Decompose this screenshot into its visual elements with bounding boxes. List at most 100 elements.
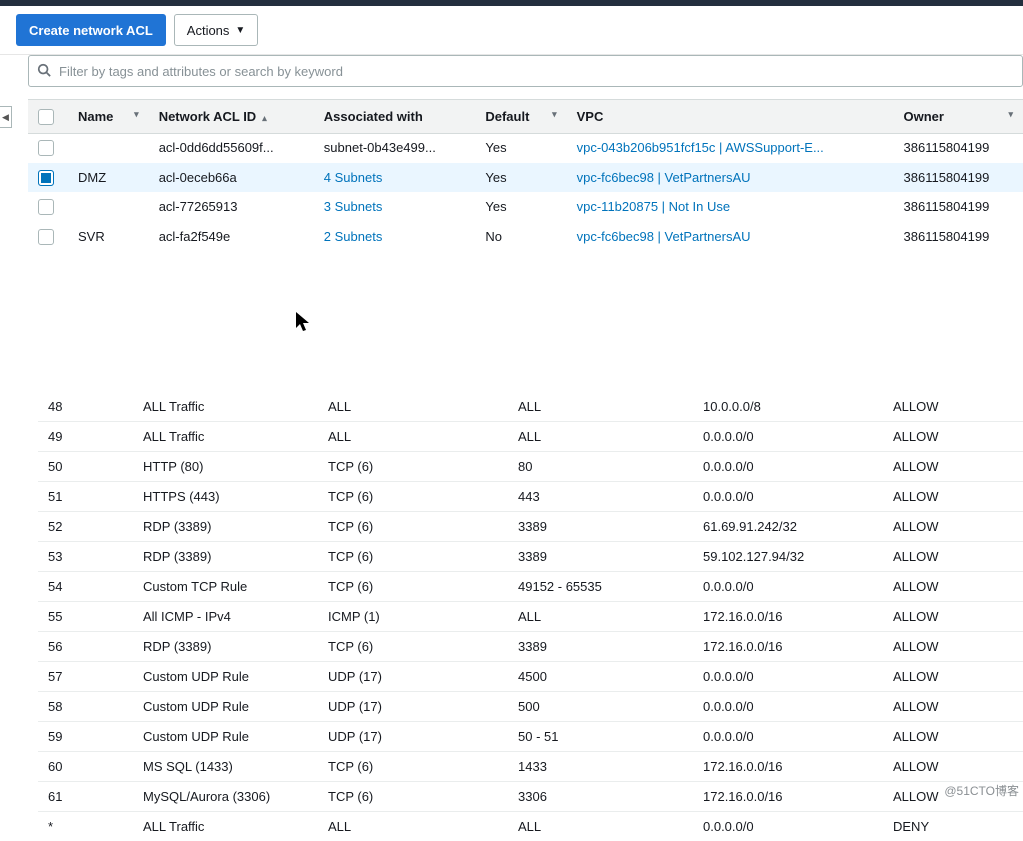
rule-row: 60MS SQL (1433)TCP (6)1433172.16.0.0/16A… xyxy=(38,751,1023,781)
associated-subnets-link[interactable]: 4 Subnets xyxy=(324,170,383,185)
cell-protocol: TCP (6) xyxy=(318,751,508,781)
actions-dropdown-button[interactable]: Actions ▼ xyxy=(174,14,259,46)
cell-source: 0.0.0.0/0 xyxy=(693,721,883,751)
vpc-link[interactable]: vpc-fc6bec98 | VetPartnersAU xyxy=(577,229,751,244)
cell-default: Yes xyxy=(475,163,566,193)
cell-rule-type: RDP (3389) xyxy=(133,511,318,541)
cell-allow-deny: ALLOW xyxy=(883,721,1023,751)
cell-name: SVR xyxy=(68,222,149,252)
cell-source: 59.102.127.94/32 xyxy=(693,541,883,571)
cell-protocol: TCP (6) xyxy=(318,631,508,661)
cell-port-range: 3389 xyxy=(508,541,693,571)
cell-protocol: TCP (6) xyxy=(318,541,508,571)
cell-rule-type: Custom UDP Rule xyxy=(133,691,318,721)
mouse-cursor-icon xyxy=(294,310,314,340)
cell-default: No xyxy=(475,222,566,252)
cell-rule-number: 54 xyxy=(38,571,133,601)
search-icon xyxy=(37,63,51,80)
cell-port-range: 443 xyxy=(508,481,693,511)
cell-allow-deny: DENY xyxy=(883,811,1023,841)
cell-protocol: UDP (17) xyxy=(318,691,508,721)
vpc-link[interactable]: vpc-043b206b951fcf15c | AWSSupport-E... xyxy=(577,140,824,155)
row-checkbox[interactable] xyxy=(38,140,54,156)
cell-default: Yes xyxy=(475,192,566,222)
cell-allow-deny: ALLOW xyxy=(883,571,1023,601)
table-row[interactable]: acl-0dd6dd55609f...subnet-0b43e499...Yes… xyxy=(28,133,1023,163)
cell-protocol: TCP (6) xyxy=(318,481,508,511)
cell-source: 0.0.0.0/0 xyxy=(693,691,883,721)
cell-associated: 2 Subnets xyxy=(314,222,476,252)
cell-vpc: vpc-fc6bec98 | VetPartnersAU xyxy=(567,222,894,252)
cell-protocol: TCP (6) xyxy=(318,451,508,481)
cell-rule-number: 53 xyxy=(38,541,133,571)
cell-allow-deny: ALLOW xyxy=(883,661,1023,691)
cell-rule-number: 56 xyxy=(38,631,133,661)
associated-subnets-link[interactable]: 2 Subnets xyxy=(324,229,383,244)
cell-rule-number: 57 xyxy=(38,661,133,691)
col-header-associated[interactable]: Associated with xyxy=(314,100,476,134)
cell-source: 0.0.0.0/0 xyxy=(693,811,883,841)
vpc-link[interactable]: vpc-fc6bec98 | VetPartnersAU xyxy=(577,170,751,185)
create-network-acl-button[interactable]: Create network ACL xyxy=(16,14,166,46)
cell-vpc: vpc-043b206b951fcf15c | AWSSupport-E... xyxy=(567,133,894,163)
cell-associated: 3 Subnets xyxy=(314,192,476,222)
cell-acl-id: acl-0dd6dd55609f... xyxy=(149,133,314,163)
cell-source: 10.0.0.0/8 xyxy=(693,392,883,422)
cell-source: 0.0.0.0/0 xyxy=(693,421,883,451)
row-checkbox[interactable] xyxy=(38,199,54,215)
cell-rule-number: 59 xyxy=(38,721,133,751)
cell-rule-type: ALL Traffic xyxy=(133,392,318,422)
toolbar: Create network ACL Actions ▼ xyxy=(0,6,1023,55)
col-header-default[interactable]: Default▾ xyxy=(475,100,566,134)
cell-allow-deny: ALLOW xyxy=(883,631,1023,661)
cell-vpc: vpc-fc6bec98 | VetPartnersAU xyxy=(567,163,894,193)
cell-name xyxy=(68,192,149,222)
filter-searchbar[interactable] xyxy=(28,55,1023,87)
cell-owner: 386115804199 xyxy=(894,222,1023,252)
cell-name: DMZ xyxy=(68,163,149,193)
col-header-vpc[interactable]: VPC xyxy=(567,100,894,134)
sidebar-expand-handle[interactable]: ◀ xyxy=(0,106,12,128)
cell-allow-deny: ALLOW xyxy=(883,601,1023,631)
cell-port-range: 50 - 51 xyxy=(508,721,693,751)
col-header-acl-id[interactable]: Network ACL ID▴ xyxy=(149,100,314,134)
row-checkbox[interactable] xyxy=(38,170,54,186)
cell-port-range: 49152 - 65535 xyxy=(508,571,693,601)
filter-input[interactable] xyxy=(59,64,1014,79)
cell-allow-deny: ALLOW xyxy=(883,751,1023,781)
table-row[interactable]: SVRacl-fa2f549e2 SubnetsNovpc-fc6bec98 |… xyxy=(28,222,1023,252)
table-row[interactable]: acl-77265913 3 Subnets Yes vpc-11b20875 | N… xyxy=(28,192,1023,222)
table-row[interactable]: DMZacl-0eceb66a4 SubnetsYesvpc-fc6bec98 … xyxy=(28,163,1023,193)
rule-row: 56RDP (3389)TCP (6)3389172.16.0.0/16ALLO… xyxy=(38,631,1023,661)
cell-rule-number: 48 xyxy=(38,392,133,422)
cell-owner: 386115804199 xyxy=(894,133,1023,163)
cell-rule-type: ALL Traffic xyxy=(133,811,318,841)
col-header-owner[interactable]: Owner▾ xyxy=(894,100,1023,134)
cell-port-range: ALL xyxy=(508,392,693,422)
cell-protocol: UDP (17) xyxy=(318,661,508,691)
cell-associated: subnet-0b43e499... xyxy=(314,133,476,163)
row-checkbox[interactable] xyxy=(38,229,54,245)
chevron-down-icon: ▼ xyxy=(235,25,245,36)
cell-allow-deny: ALLOW xyxy=(883,392,1023,422)
cell-rule-type: MS SQL (1433) xyxy=(133,751,318,781)
rule-row: *ALL TrafficALLALL0.0.0.0/0DENY xyxy=(38,811,1023,841)
rule-row: 54Custom TCP RuleTCP (6)49152 - 655350.0… xyxy=(38,571,1023,601)
cell-rule-type: Custom TCP Rule xyxy=(133,571,318,601)
cell-protocol: UDP (17) xyxy=(318,721,508,751)
cell-allow-deny: ALLOW xyxy=(883,481,1023,511)
cell-rule-number: 50 xyxy=(38,451,133,481)
cell-source: 172.16.0.0/16 xyxy=(693,601,883,631)
cell-rule-type: RDP (3389) xyxy=(133,631,318,661)
select-all-checkbox[interactable] xyxy=(38,109,54,125)
network-acl-table: Name▾ Network ACL ID▴ Associated with De… xyxy=(28,99,1023,252)
cell-owner: 386115804199 xyxy=(894,163,1023,193)
col-header-name[interactable]: Name▾ xyxy=(68,100,149,134)
associated-subnets-link[interactable]: 3 Subnets xyxy=(324,199,383,214)
cell-source: 0.0.0.0/0 xyxy=(693,661,883,691)
vpc-link[interactable]: vpc-11b20875 | Not In Use xyxy=(577,199,730,214)
cell-allow-deny: ALLOW xyxy=(883,691,1023,721)
cell-allow-deny: ALLOW xyxy=(883,421,1023,451)
cell-rule-type: Custom UDP Rule xyxy=(133,661,318,691)
cell-acl-id: acl-77265913 xyxy=(149,192,314,222)
